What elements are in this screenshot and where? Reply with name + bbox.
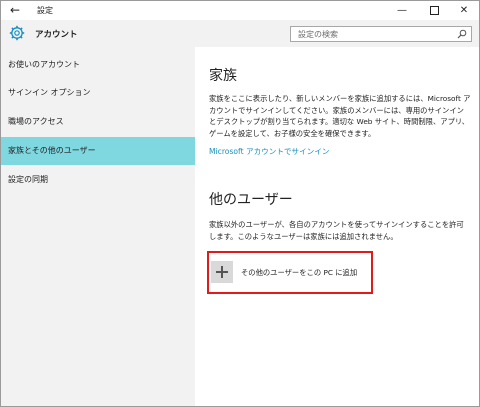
search-icon[interactable] (457, 29, 467, 39)
highlight-box (207, 251, 373, 294)
sidebar-item-sign-in-options[interactable]: サインイン オプション (1, 79, 195, 107)
sidebar-item-work-access[interactable]: 職場のアクセス (1, 108, 195, 136)
close-icon[interactable]: ✕ (449, 1, 479, 20)
gear-icon (9, 25, 25, 41)
other-users-description: 家族以外のユーザーが、各自のアカウントを使ってサインインすることを許可します。こ… (209, 220, 464, 241)
maximize-icon[interactable] (419, 1, 449, 20)
search-box[interactable] (290, 26, 472, 42)
page-title: アカウント (35, 30, 78, 40)
back-arrow-icon[interactable]: ← (7, 3, 23, 18)
search-input[interactable] (291, 27, 458, 41)
sidebar-item-your-account[interactable]: お使いのアカウント (1, 51, 195, 79)
title-bar: ← 設定 — ✕ (1, 1, 479, 20)
microsoft-account-sign-in-link[interactable]: Microsoft アカウントでサインイン (209, 146, 330, 157)
window-title: 設定 (37, 6, 53, 15)
family-heading: 家族 (209, 68, 237, 84)
page-header: アカウント (1, 20, 479, 47)
family-description: 家族をここに表示したり、新しいメンバーを家族に追加するには、Microsoft … (209, 94, 471, 138)
sidebar-item-sync-settings[interactable]: 設定の同期 (1, 166, 195, 194)
settings-window: ← 設定 — ✕ アカウント 設定の検索 お使いのアカウント サインイン オプシ… (0, 0, 480, 407)
main-content: 家族 家族をここに表示したり、新しいメンバーを家族に追加するには、Microso… (195, 47, 479, 406)
sidebar: お使いのアカウント サインイン オプション 職場のアクセス 家族とその他のユーザ… (1, 47, 195, 406)
sidebar-item-family-other-users[interactable]: 家族とその他のユーザー (1, 137, 195, 165)
other-users-heading: 他のユーザー (209, 192, 293, 208)
minimize-icon[interactable]: — (387, 1, 417, 20)
